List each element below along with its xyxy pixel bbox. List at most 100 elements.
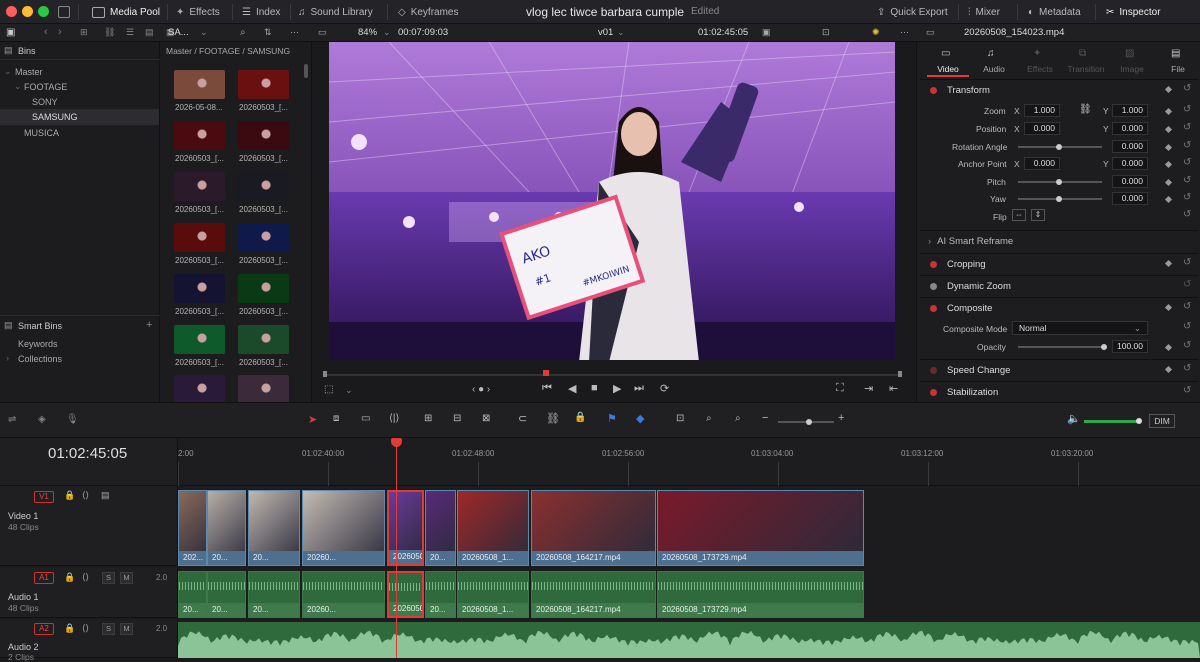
video-clip[interactable]: 20260508_1... <box>457 490 529 566</box>
zoom-out-icon[interactable]: − <box>762 412 768 424</box>
sort-icon[interactable]: ⇅ <box>264 27 272 38</box>
dynamic-trim-icon[interactable]: ▭ <box>361 413 370 424</box>
go-to-start-icon[interactable]: ⏮ <box>542 382 552 395</box>
tab-video[interactable]: Video <box>927 64 969 74</box>
mute-button[interactable]: M <box>120 623 133 635</box>
media-thumbnail[interactable] <box>174 172 225 201</box>
reset-icon[interactable]: ↺ <box>1183 257 1191 268</box>
replace-clip-icon[interactable]: ⊠ <box>482 413 490 424</box>
smart-bin-collections[interactable]: Collections <box>18 354 62 364</box>
scrubber-playhead[interactable] <box>543 370 549 376</box>
play-reverse-icon[interactable]: ◀ <box>568 382 576 395</box>
loop-icon[interactable]: ⟳ <box>660 382 669 395</box>
mute-button[interactable]: M <box>120 572 133 584</box>
overlay-icon[interactable]: ⊡ <box>822 27 830 38</box>
video-clip[interactable]: 20260508_173729.mp4 <box>657 490 864 566</box>
media-thumbnail[interactable] <box>174 325 225 354</box>
reset-icon[interactable]: ↺ <box>1183 104 1191 115</box>
audio-clip[interactable]: 20260... <box>302 571 385 618</box>
auto-select-icon[interactable]: ⟨⟩ <box>82 623 89 634</box>
composite-mode-select[interactable]: Normal ⌄ <box>1012 321 1148 335</box>
zoom-y-field[interactable]: 1.000 <box>1112 104 1148 117</box>
bin-item-sony[interactable]: SONY <box>32 97 58 107</box>
marker-icon[interactable]: ◆ <box>636 412 644 425</box>
media-thumbnail[interactable] <box>238 375 289 404</box>
inspector-button[interactable]: ✂ Inspector <box>1106 0 1161 24</box>
transform-overlay-icon[interactable]: ⬚ <box>324 384 333 395</box>
reset-icon[interactable]: ↺ <box>1183 192 1191 203</box>
video-clip[interactable]: 20... <box>207 490 246 566</box>
yaw-field[interactable]: 0.000 <box>1112 192 1148 205</box>
anchor-x-field[interactable]: 0.000 <box>1024 157 1060 170</box>
quick-export-button[interactable]: ⇪ Quick Export <box>877 0 948 24</box>
position-y-field[interactable]: 0.000 <box>1112 122 1148 135</box>
zoom-custom-icon[interactable]: ⌕ <box>735 413 741 424</box>
reset-icon[interactable]: ↺ <box>1183 122 1191 133</box>
reset-icon[interactable]: ↺ <box>1183 157 1191 168</box>
pitch-field[interactable]: 0.000 <box>1112 175 1148 188</box>
zoom-full-icon[interactable]: ⊡ <box>676 413 684 424</box>
reset-icon[interactable]: ↺ <box>1183 140 1191 151</box>
bin-item-master[interactable]: Master <box>15 67 43 77</box>
add-smart-bin-icon[interactable]: + <box>146 319 152 331</box>
close-window-button[interactable] <box>6 6 17 17</box>
speed-change-section[interactable]: Speed Change <box>920 359 1198 380</box>
zoom-detail-icon[interactable]: ⌕ <box>706 413 712 424</box>
stop-icon[interactable]: ■ <box>591 382 598 394</box>
position-x-field[interactable]: 0.000 <box>1024 122 1060 135</box>
bin-dropdown[interactable]: SA... <box>168 27 189 38</box>
media-thumbnail[interactable] <box>238 325 289 354</box>
enable-dot-icon[interactable] <box>930 86 937 94</box>
rotation-slider-knob[interactable] <box>1056 144 1062 150</box>
audio-clip[interactable]: 20... <box>248 571 300 618</box>
audio-clip[interactable]: 20... <box>425 571 456 618</box>
media-thumbnail[interactable] <box>238 223 289 252</box>
next-frame-icon[interactable]: ⇥ <box>864 382 873 395</box>
auto-select-icon[interactable]: ⟨⟩ <box>82 490 89 501</box>
dropdown-toggle-icon[interactable] <box>58 6 70 18</box>
bin-item-footage[interactable]: FOOTAGE <box>24 82 67 92</box>
lock-icon[interactable]: 🔒 <box>64 490 75 501</box>
reset-icon[interactable]: ↺ <box>1183 209 1191 220</box>
audio-clip[interactable]: 20260508_1539... <box>387 571 424 618</box>
image-icon[interactable]: ▨ <box>1125 48 1134 59</box>
effects-button[interactable]: ✦ Effects <box>176 0 220 24</box>
keyframes-button[interactable]: ◇ Keyframes <box>398 0 459 24</box>
zoom-dropdown[interactable]: 84% <box>358 27 377 38</box>
transition-icon[interactable]: ⧉ <box>1079 48 1086 59</box>
zoom-in-icon[interactable]: + <box>838 412 844 424</box>
media-thumbnail[interactable] <box>174 274 225 303</box>
reset-icon[interactable]: ↺ <box>1183 175 1191 186</box>
opacity-slider[interactable] <box>1018 346 1102 348</box>
video-clip[interactable]: 20... <box>425 490 456 566</box>
zoom-x-field[interactable]: 1.000 <box>1024 104 1060 117</box>
out-marker[interactable] <box>898 371 902 377</box>
timeline-playhead[interactable] <box>396 440 397 658</box>
speaker-icon[interactable]: 🔈 <box>1067 412 1081 425</box>
audio-clip[interactable]: 20260508_1... <box>457 571 529 618</box>
inspector-layout-icon[interactable]: ▭ <box>926 27 935 38</box>
media-thumbnail[interactable] <box>174 375 225 404</box>
jog-control-icon[interactable]: ‹ ● › <box>472 384 490 395</box>
color-icon[interactable]: ✺ <box>872 27 880 38</box>
bin-item-musica[interactable]: MUSICA <box>24 128 59 138</box>
media-thumbnail[interactable] <box>238 172 289 201</box>
timeline-options-icon[interactable]: ⇌ <box>8 414 16 425</box>
timeline-ruler[interactable] <box>178 438 1200 486</box>
v1-track-tag[interactable]: V1 <box>34 491 54 503</box>
media-thumbnail[interactable] <box>238 274 289 303</box>
blade-tool-icon[interactable]: ⟨|⟩ <box>389 413 399 424</box>
viewer-layout-icon[interactable]: ▭ <box>318 27 327 38</box>
smart-bin-keywords[interactable]: Keywords <box>18 339 58 349</box>
opacity-slider-knob[interactable] <box>1101 344 1107 350</box>
list-view-icon[interactable]: ☰ <box>126 27 134 38</box>
rotation-field[interactable]: 0.000 <box>1112 140 1148 153</box>
solo-button[interactable]: S <box>102 572 115 584</box>
enable-dot-icon[interactable] <box>930 388 937 396</box>
tab-transition[interactable]: Transition <box>1065 64 1107 74</box>
enable-dot-icon[interactable] <box>930 304 937 312</box>
video-clip[interactable]: 20260508_164217.mp4 <box>531 490 656 566</box>
reset-icon[interactable]: ↺ <box>1183 321 1191 332</box>
trim-tool-icon[interactable]: ⧈ <box>333 413 339 424</box>
viewer-options-icon[interactable]: ▣ <box>762 27 771 38</box>
